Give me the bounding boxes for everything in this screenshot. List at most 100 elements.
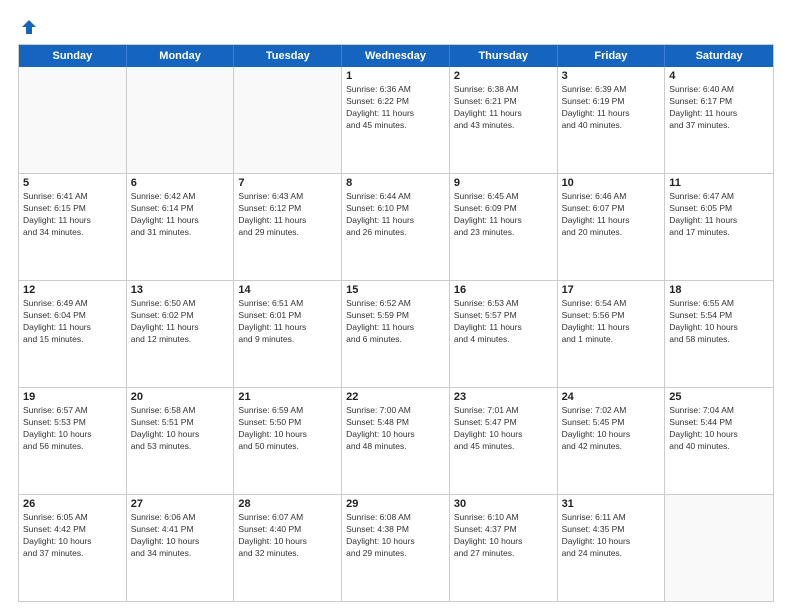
day-content: Sunrise: 7:00 AM Sunset: 5:48 PM Dayligh… (346, 405, 445, 453)
calendar-empty-cell (127, 67, 235, 173)
calendar: SundayMondayTuesdayWednesdayThursdayFrid… (18, 44, 774, 602)
calendar-day-cell: 16Sunrise: 6:53 AM Sunset: 5:57 PM Dayli… (450, 281, 558, 387)
calendar-day-cell: 31 Sunrise: 6:11 AM Sunset: 4:35 PM Dayli… (558, 495, 666, 601)
day-content: Sunrise: 6:44 AM Sunset: 6:10 PM Dayligh… (346, 191, 445, 239)
calendar-day-cell: 19 Sunrise: 6:57 AM Sunset: 5:53 PM Dayli… (19, 388, 127, 494)
day-content: Sunrise: 6:55 AM Sunset: 5:54 PM Dayligh… (669, 298, 769, 346)
calendar-day-cell: 5 Sunrise: 6:41 AM Sunset: 6:15 PM Daylig… (19, 174, 127, 280)
day-number: 5 (23, 177, 122, 189)
calendar-day-cell: 9Sunrise: 6:45 AM Sunset: 6:09 PM Daylig… (450, 174, 558, 280)
day-content: Sunrise: 6:43 AM Sunset: 6:12 PM Dayligh… (238, 191, 337, 239)
calendar-day-cell: 7 Sunrise: 6:43 AM Sunset: 6:12 PM Daylig… (234, 174, 342, 280)
calendar-day-cell: 15 Sunrise: 6:52 AM Sunset: 5:59 PM Dayli… (342, 281, 450, 387)
calendar-day-cell: 26Sunrise: 6:05 AM Sunset: 4:42 PM Dayli… (19, 495, 127, 601)
calendar-day-cell: 25Sunrise: 7:04 AM Sunset: 5:44 PM Dayli… (665, 388, 773, 494)
calendar-row: 5 Sunrise: 6:41 AM Sunset: 6:15 PM Daylig… (19, 173, 773, 280)
calendar-day-cell: 20 Sunrise: 6:58 AM Sunset: 5:51 PM Dayli… (127, 388, 235, 494)
day-number: 24 (562, 391, 661, 403)
calendar-row: 26Sunrise: 6:05 AM Sunset: 4:42 PM Dayli… (19, 494, 773, 601)
day-number: 27 (131, 498, 230, 510)
calendar-day-cell: 6Sunrise: 6:42 AM Sunset: 6:14 PM Daylig… (127, 174, 235, 280)
day-content: Sunrise: 6:58 AM Sunset: 5:51 PM Dayligh… (131, 405, 230, 453)
weekday-header: Friday (558, 45, 666, 67)
day-number: 4 (669, 70, 769, 82)
day-number: 29 (346, 498, 445, 510)
day-content: Sunrise: 6:49 AM Sunset: 6:04 PM Dayligh… (23, 298, 122, 346)
day-content: Sunrise: 6:51 AM Sunset: 6:01 PM Dayligh… (238, 298, 337, 346)
day-content: Sunrise: 6:45 AM Sunset: 6:09 PM Dayligh… (454, 191, 553, 239)
day-content: Sunrise: 6:50 AM Sunset: 6:02 PM Dayligh… (131, 298, 230, 346)
day-number: 1 (346, 70, 445, 82)
calendar-day-cell: 2 Sunrise: 6:38 AM Sunset: 6:21 PM Daylig… (450, 67, 558, 173)
day-content: Sunrise: 6:10 AM Sunset: 4:37 PM Dayligh… (454, 512, 553, 560)
day-number: 2 (454, 70, 553, 82)
day-content: Sunrise: 6:42 AM Sunset: 6:14 PM Dayligh… (131, 191, 230, 239)
day-number: 15 (346, 284, 445, 296)
calendar-day-cell: 4 Sunrise: 6:40 AM Sunset: 6:17 PM Daylig… (665, 67, 773, 173)
calendar-day-cell: 28Sunrise: 6:07 AM Sunset: 4:40 PM Dayli… (234, 495, 342, 601)
day-content: Sunrise: 7:01 AM Sunset: 5:47 PM Dayligh… (454, 405, 553, 453)
day-number: 28 (238, 498, 337, 510)
day-content: Sunrise: 6:36 AM Sunset: 6:22 PM Dayligh… (346, 84, 445, 132)
calendar-day-cell: 11 Sunrise: 6:47 AM Sunset: 6:05 PM Dayli… (665, 174, 773, 280)
day-number: 19 (23, 391, 122, 403)
day-content: Sunrise: 6:46 AM Sunset: 6:07 PM Dayligh… (562, 191, 661, 239)
day-content: Sunrise: 6:06 AM Sunset: 4:41 PM Dayligh… (131, 512, 230, 560)
calendar-day-cell: 13 Sunrise: 6:50 AM Sunset: 6:02 PM Dayli… (127, 281, 235, 387)
weekday-header: Monday (127, 45, 235, 67)
day-content: Sunrise: 6:41 AM Sunset: 6:15 PM Dayligh… (23, 191, 122, 239)
logo-icon (20, 18, 38, 36)
calendar-empty-cell (665, 495, 773, 601)
day-number: 22 (346, 391, 445, 403)
calendar-day-cell: 1 Sunrise: 6:36 AM Sunset: 6:22 PM Daylig… (342, 67, 450, 173)
day-number: 30 (454, 498, 553, 510)
calendar-day-cell: 18Sunrise: 6:55 AM Sunset: 5:54 PM Dayli… (665, 281, 773, 387)
day-content: Sunrise: 6:11 AM Sunset: 4:35 PM Dayligh… (562, 512, 661, 560)
day-number: 21 (238, 391, 337, 403)
day-content: Sunrise: 6:57 AM Sunset: 5:53 PM Dayligh… (23, 405, 122, 453)
calendar-row: 12 Sunrise: 6:49 AM Sunset: 6:04 PM Dayli… (19, 280, 773, 387)
weekday-header: Tuesday (234, 45, 342, 67)
day-number: 25 (669, 391, 769, 403)
calendar-day-cell: 17Sunrise: 6:54 AM Sunset: 5:56 PM Dayli… (558, 281, 666, 387)
day-content: Sunrise: 6:52 AM Sunset: 5:59 PM Dayligh… (346, 298, 445, 346)
day-number: 14 (238, 284, 337, 296)
day-number: 10 (562, 177, 661, 189)
calendar-day-cell: 22 Sunrise: 7:00 AM Sunset: 5:48 PM Dayli… (342, 388, 450, 494)
calendar-empty-cell (234, 67, 342, 173)
header (18, 18, 774, 36)
day-content: Sunrise: 7:02 AM Sunset: 5:45 PM Dayligh… (562, 405, 661, 453)
calendar-day-cell: 23 Sunrise: 7:01 AM Sunset: 5:47 PM Dayli… (450, 388, 558, 494)
weekday-header: Thursday (450, 45, 558, 67)
day-content: Sunrise: 6:38 AM Sunset: 6:21 PM Dayligh… (454, 84, 553, 132)
calendar-day-cell: 30 Sunrise: 6:10 AM Sunset: 4:37 PM Dayli… (450, 495, 558, 601)
day-number: 17 (562, 284, 661, 296)
day-content: Sunrise: 6:40 AM Sunset: 6:17 PM Dayligh… (669, 84, 769, 132)
day-number: 23 (454, 391, 553, 403)
calendar-day-cell: 14 Sunrise: 6:51 AM Sunset: 6:01 PM Dayli… (234, 281, 342, 387)
day-number: 16 (454, 284, 553, 296)
calendar-day-cell: 12 Sunrise: 6:49 AM Sunset: 6:04 PM Dayli… (19, 281, 127, 387)
calendar-day-cell: 24 Sunrise: 7:02 AM Sunset: 5:45 PM Dayli… (558, 388, 666, 494)
day-number: 7 (238, 177, 337, 189)
day-content: Sunrise: 6:59 AM Sunset: 5:50 PM Dayligh… (238, 405, 337, 453)
calendar-day-cell: 10 Sunrise: 6:46 AM Sunset: 6:07 PM Dayli… (558, 174, 666, 280)
day-content: Sunrise: 6:05 AM Sunset: 4:42 PM Dayligh… (23, 512, 122, 560)
day-number: 3 (562, 70, 661, 82)
day-number: 13 (131, 284, 230, 296)
calendar-day-cell: 3 Sunrise: 6:39 AM Sunset: 6:19 PM Daylig… (558, 67, 666, 173)
calendar-day-cell: 27 Sunrise: 6:06 AM Sunset: 4:41 PM Dayli… (127, 495, 235, 601)
weekday-header: Wednesday (342, 45, 450, 67)
day-number: 12 (23, 284, 122, 296)
weekday-header: Saturday (665, 45, 773, 67)
page: SundayMondayTuesdayWednesdayThursdayFrid… (0, 0, 792, 612)
day-number: 31 (562, 498, 661, 510)
day-content: Sunrise: 6:47 AM Sunset: 6:05 PM Dayligh… (669, 191, 769, 239)
calendar-day-cell: 21 Sunrise: 6:59 AM Sunset: 5:50 PM Dayli… (234, 388, 342, 494)
day-number: 20 (131, 391, 230, 403)
day-number: 11 (669, 177, 769, 189)
calendar-day-cell: 8Sunrise: 6:44 AM Sunset: 6:10 PM Daylig… (342, 174, 450, 280)
day-content: Sunrise: 6:39 AM Sunset: 6:19 PM Dayligh… (562, 84, 661, 132)
calendar-row: 1 Sunrise: 6:36 AM Sunset: 6:22 PM Daylig… (19, 67, 773, 173)
day-content: Sunrise: 6:08 AM Sunset: 4:38 PM Dayligh… (346, 512, 445, 560)
